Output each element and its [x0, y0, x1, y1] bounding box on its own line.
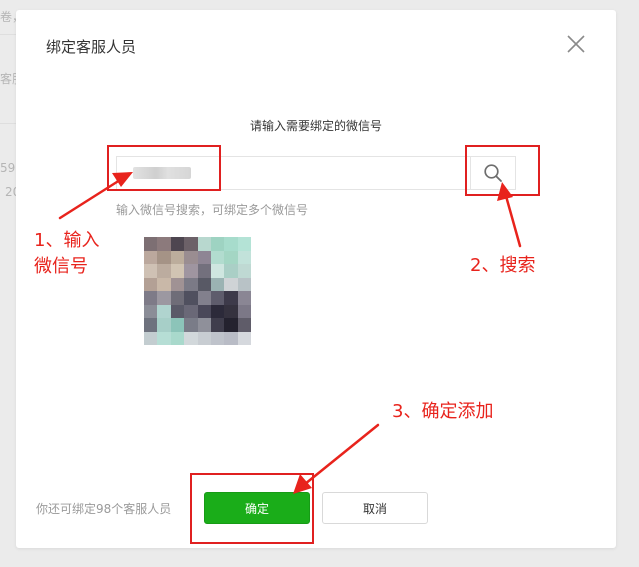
- avatar-pixel: [144, 291, 158, 305]
- annotation-step2: 2、搜索: [470, 255, 536, 276]
- avatar-pixel: [237, 250, 251, 264]
- avatar-pixel: [144, 277, 158, 291]
- avatar-pixel: [157, 277, 171, 291]
- dialog-title: 绑定客服人员: [46, 38, 137, 56]
- avatar-pixel: [237, 277, 251, 291]
- avatar-pixel: [144, 331, 158, 345]
- avatar-pixel: [157, 237, 171, 251]
- avatar-pixel: [184, 331, 198, 345]
- avatar-pixel: [210, 277, 225, 291]
- avatar-pixel: [197, 250, 211, 264]
- avatar-pixel: [170, 264, 185, 278]
- avatar-pixel: [184, 304, 198, 318]
- avatar-pixel: [157, 318, 171, 332]
- avatar-pixel: [210, 331, 225, 345]
- avatar-pixel: [197, 237, 211, 251]
- avatar-pixel: [210, 237, 225, 251]
- wechat-id-prompt: 请输入需要绑定的微信号: [249, 119, 382, 133]
- background-divider: [0, 123, 16, 124]
- avatar-pixel: [197, 291, 211, 305]
- avatar-pixel: [237, 318, 251, 332]
- blurred-input-value: [133, 167, 191, 179]
- avatar-pixel: [237, 291, 251, 305]
- remaining-quota-text: 你还可绑定98个客服人员: [36, 502, 172, 516]
- avatar-pixel: [170, 291, 185, 305]
- avatar-pixel: [157, 291, 171, 305]
- avatar-pixel: [157, 304, 171, 318]
- avatar-pixel: [157, 331, 171, 345]
- avatar-pixel: [170, 318, 185, 332]
- avatar-pixel: [197, 304, 211, 318]
- avatar-pixel: [170, 277, 185, 291]
- avatar-pixel: [144, 304, 158, 318]
- avatar-pixel: [224, 237, 238, 251]
- search-hint: 输入微信号搜索，可绑定多个微信号: [116, 203, 309, 217]
- avatar-pixel: [184, 277, 198, 291]
- avatar-pixel: [210, 291, 225, 305]
- avatar-pixel: [144, 250, 158, 264]
- avatar-pixel: [170, 237, 185, 251]
- background-divider: [0, 34, 16, 35]
- avatar-pixel: [184, 250, 198, 264]
- avatar-pixel: [237, 304, 251, 318]
- annotation-step1-line2: 微信号: [34, 256, 88, 277]
- bind-customer-service-dialog: 绑定客服人员 请输入需要绑定的微信号 输入微信号搜索，可绑定多个微信号 你还可绑…: [16, 10, 616, 548]
- avatar-pixel: [224, 277, 238, 291]
- avatar-pixel: [224, 264, 238, 278]
- close-button[interactable]: [566, 34, 586, 54]
- avatar-pixel: [184, 237, 198, 251]
- avatar-pixel: [210, 250, 225, 264]
- avatar-pixel: [224, 331, 238, 345]
- avatar-pixel: [224, 318, 238, 332]
- avatar-pixel: [224, 291, 238, 305]
- avatar-pixel: [184, 291, 198, 305]
- avatar-pixel: [157, 250, 171, 264]
- avatar-pixel: [210, 318, 225, 332]
- avatar-pixel: [170, 304, 185, 318]
- avatar-pixel: [197, 318, 211, 332]
- avatar-pixel: [237, 237, 251, 251]
- avatar-pixel: [144, 318, 158, 332]
- background-text-3: 59: [0, 161, 16, 175]
- avatar-pixel: [144, 264, 158, 278]
- avatar-pixel: [184, 264, 198, 278]
- confirm-button[interactable]: 确定: [204, 492, 310, 524]
- close-icon: [567, 35, 585, 53]
- avatar-pixel: [157, 264, 171, 278]
- avatar-pixel: [210, 304, 225, 318]
- annotation-step3: 3、确定添加: [392, 401, 494, 422]
- avatar-pixel: [184, 318, 198, 332]
- avatar-pixel: [197, 264, 211, 278]
- avatar-pixel: [197, 277, 211, 291]
- avatar-pixel: [237, 331, 251, 345]
- avatar-pixel: [224, 250, 238, 264]
- avatar-pixel: [197, 331, 211, 345]
- search-button[interactable]: [470, 156, 516, 190]
- avatar-pixel: [170, 250, 185, 264]
- avatar-pixel: [224, 304, 238, 318]
- cancel-button[interactable]: 取消: [322, 492, 428, 524]
- annotation-step1-line1: 1、输入: [34, 230, 100, 251]
- search-result-avatar[interactable]: [144, 237, 251, 345]
- search-icon: [484, 164, 502, 182]
- avatar-pixel: [210, 264, 225, 278]
- avatar-pixel: [237, 264, 251, 278]
- avatar-pixel: [170, 331, 185, 345]
- avatar-pixel: [144, 237, 158, 251]
